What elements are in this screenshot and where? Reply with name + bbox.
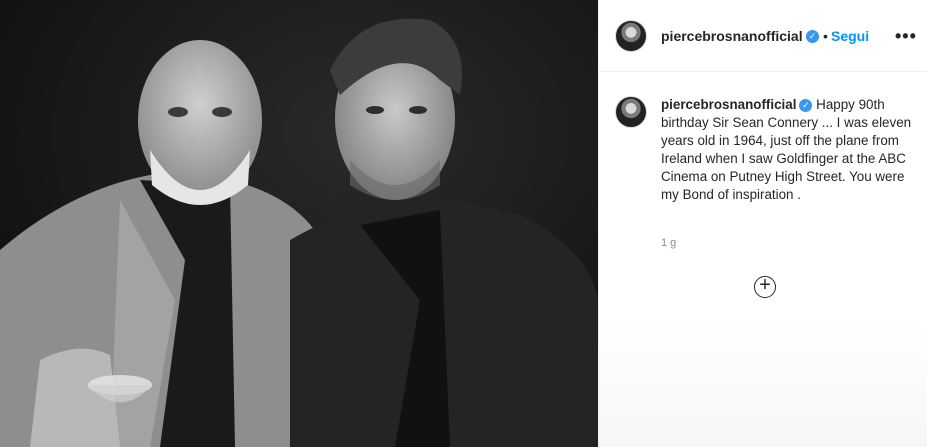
post-header: piercebrosnanofficial ✓ • Segui ••• bbox=[599, 0, 927, 72]
avatar[interactable] bbox=[615, 20, 647, 52]
load-more-comments-button[interactable]: + bbox=[754, 274, 776, 298]
photo-illustration bbox=[0, 0, 598, 447]
follow-button[interactable]: Segui bbox=[831, 28, 869, 44]
plus-circle-icon: + bbox=[759, 274, 771, 296]
post-side-panel: piercebrosnanofficial ✓ • Segui ••• pier… bbox=[598, 0, 927, 447]
caption-text: piercebrosnanofficial ✓ Happy 90th birthd… bbox=[661, 96, 913, 204]
separator-dot: • bbox=[823, 28, 828, 44]
caption-username-link[interactable]: piercebrosnanofficial bbox=[661, 97, 796, 112]
header-username-link[interactable]: piercebrosnanofficial bbox=[661, 28, 803, 44]
comment-area-fade bbox=[599, 320, 927, 447]
avatar[interactable] bbox=[615, 96, 647, 128]
verified-badge-icon: ✓ bbox=[799, 99, 813, 112]
post-photo[interactable] bbox=[0, 0, 598, 447]
verified-badge-icon: ✓ bbox=[806, 30, 819, 43]
more-options-icon[interactable]: ••• bbox=[895, 26, 919, 46]
caption-body: Happy 90th birthday Sir Sean Connery ...… bbox=[661, 97, 912, 202]
post-timestamp[interactable]: 1 g bbox=[661, 237, 676, 249]
